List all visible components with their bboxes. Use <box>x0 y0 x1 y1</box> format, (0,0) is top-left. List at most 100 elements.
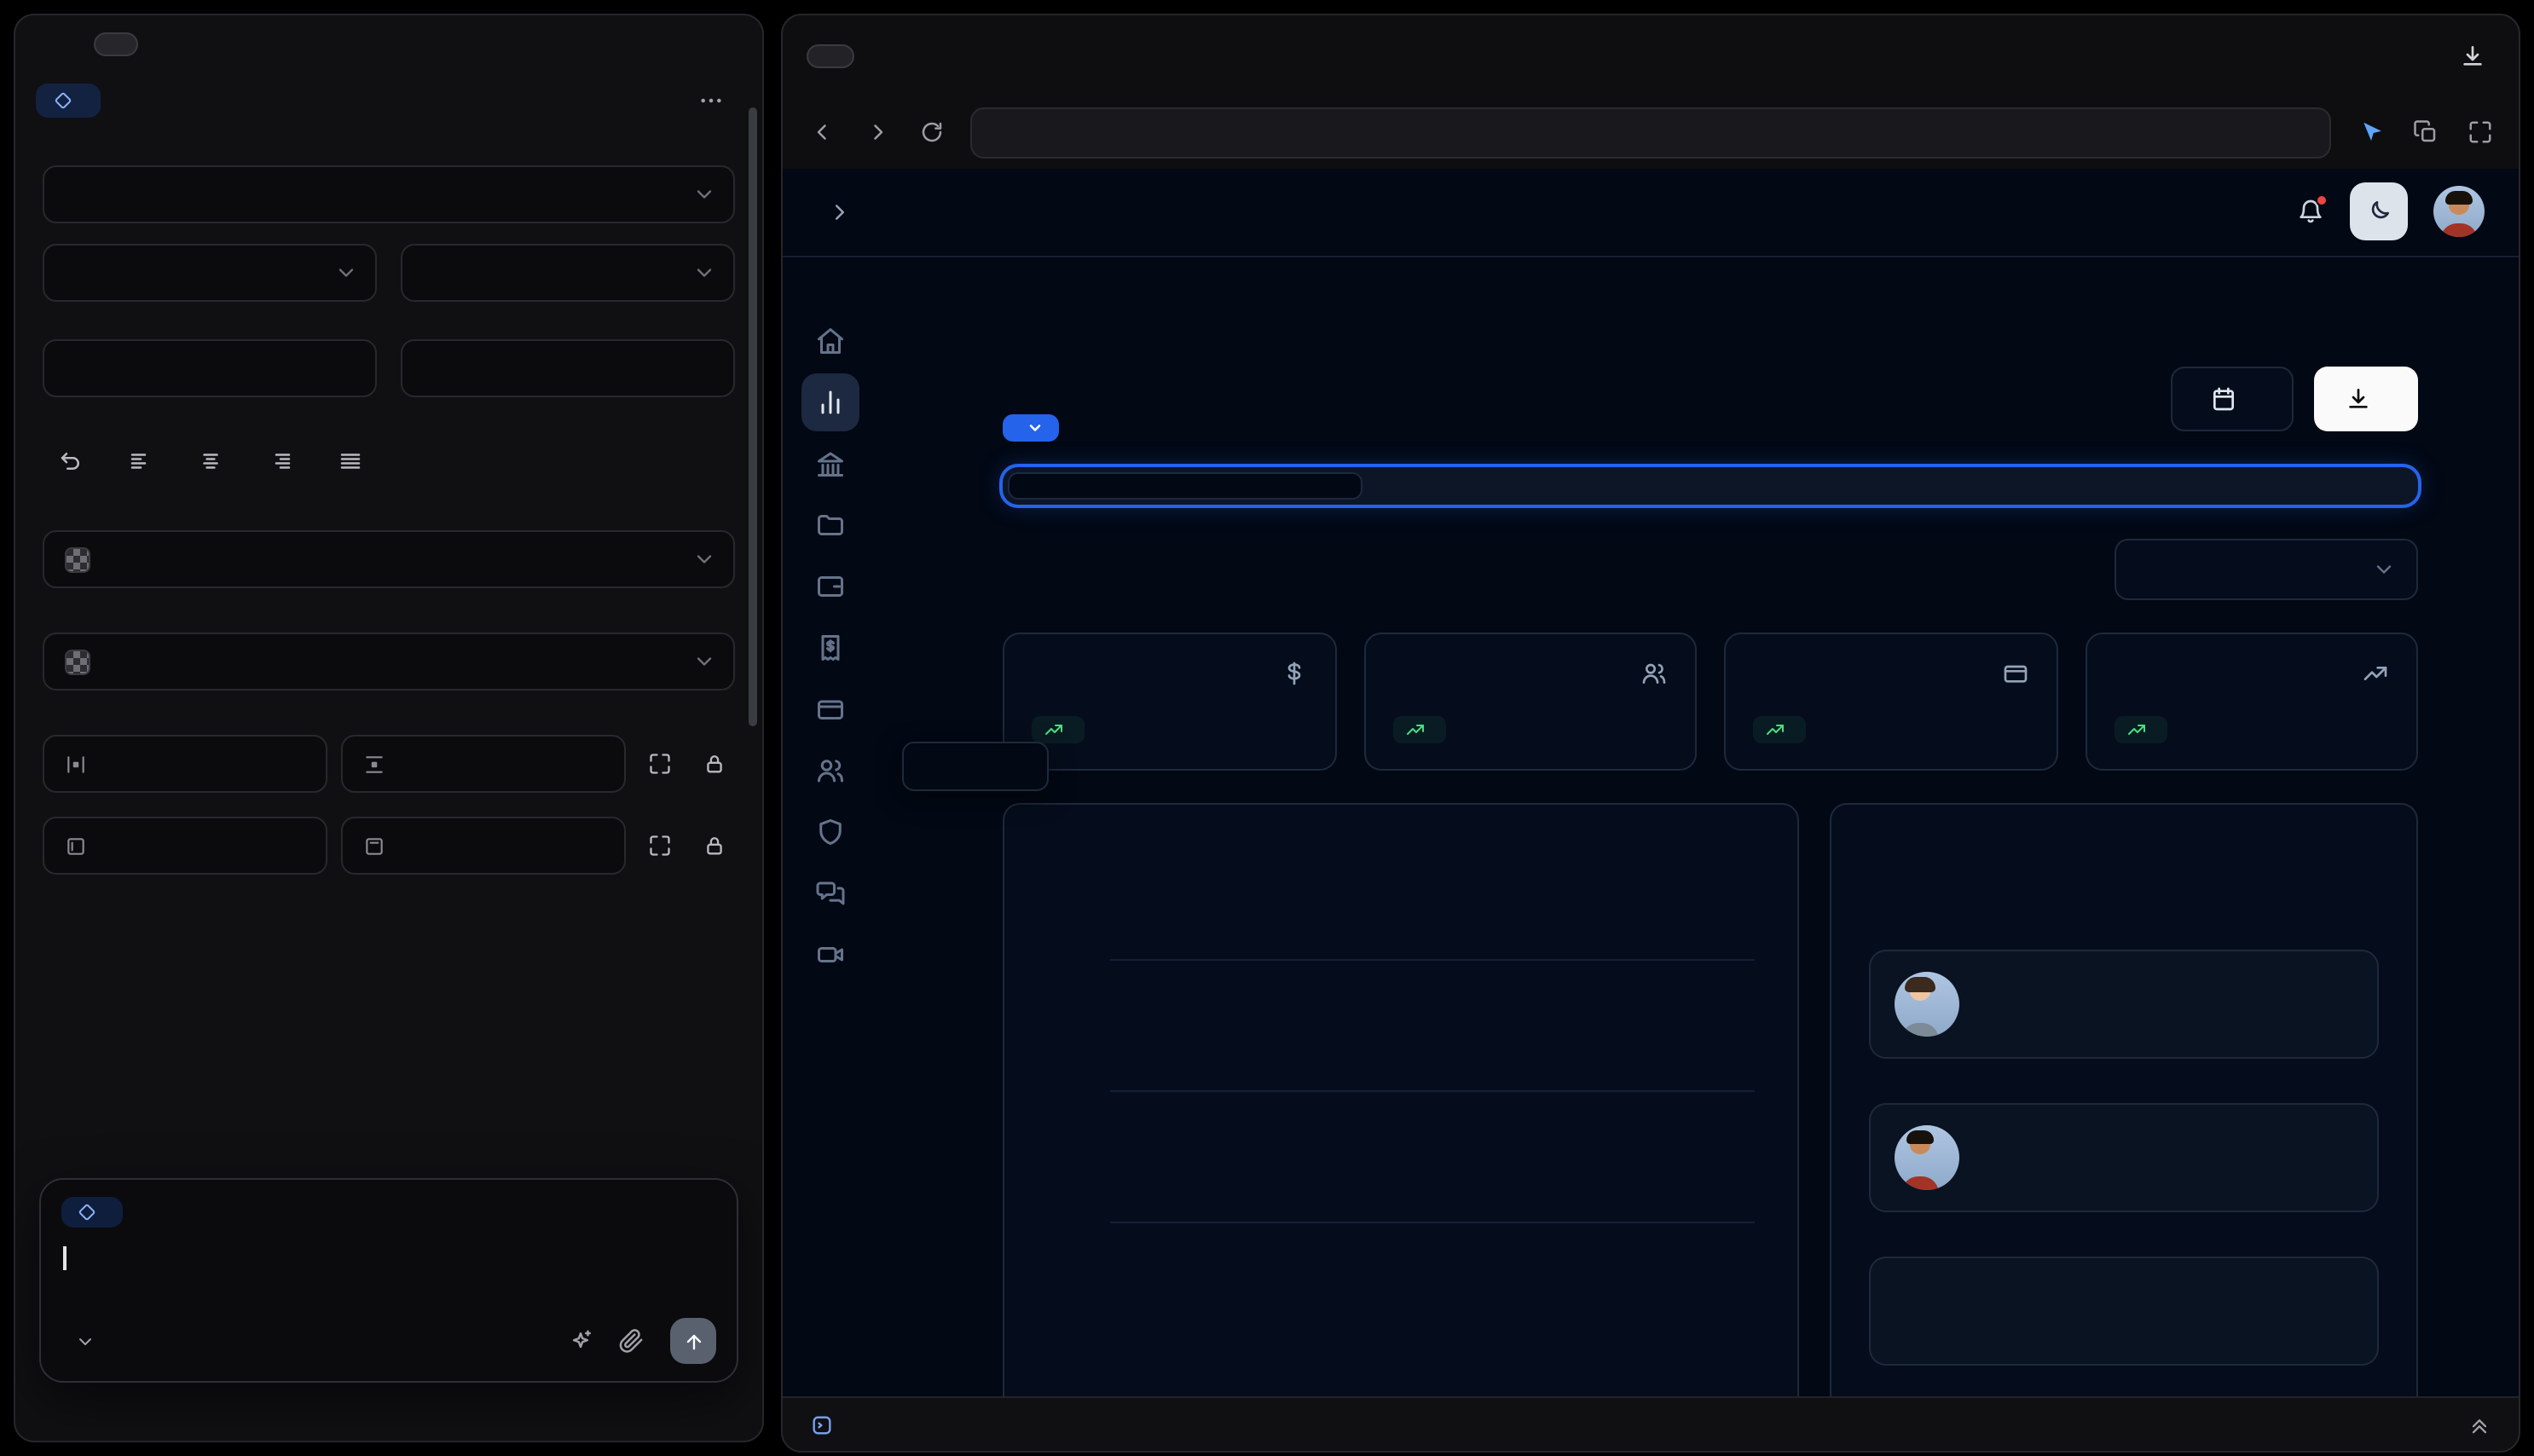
expand-icon <box>650 835 670 856</box>
sidebar-item-projects[interactable] <box>815 510 846 540</box>
background-select[interactable] <box>43 633 735 690</box>
text-caret <box>63 1246 66 1270</box>
strikethrough-button[interactable] <box>477 440 518 481</box>
refresh-button[interactable] <box>909 111 953 155</box>
align-left-button[interactable] <box>119 440 160 481</box>
compare-select[interactable] <box>2115 538 2418 600</box>
padding-expand-button[interactable] <box>639 825 680 866</box>
chevron-down-icon <box>697 555 712 563</box>
tab-overview[interactable] <box>1008 471 1362 500</box>
home-icon <box>818 327 843 354</box>
font-weight-select[interactable] <box>43 244 377 302</box>
tab-chat[interactable] <box>39 34 80 55</box>
sidebar-item-home[interactable] <box>815 326 846 356</box>
chat-composer[interactable] <box>39 1178 738 1383</box>
chevron-down-icon <box>697 269 712 277</box>
sidebar-item-analytics[interactable] <box>801 373 859 431</box>
sidebar-item-messages[interactable] <box>815 878 846 909</box>
revenue-card <box>1003 802 1799 1397</box>
margin-x-input[interactable] <box>43 735 327 793</box>
date-range-picker[interactable] <box>2171 366 2294 431</box>
align-right-button[interactable] <box>259 440 300 481</box>
padding-x-input[interactable] <box>43 817 327 875</box>
tab-notifications[interactable] <box>2062 472 2413 500</box>
tab-preview[interactable] <box>807 43 854 68</box>
tab-reports[interactable] <box>1712 472 2062 500</box>
sidebar-item-organization[interactable] <box>815 448 846 479</box>
chevron-down-icon <box>697 657 712 666</box>
underline-button[interactable] <box>547 440 588 481</box>
fullscreen-button[interactable] <box>2457 111 2502 155</box>
panel-tabs <box>15 15 762 60</box>
model-select[interactable] <box>65 1331 95 1351</box>
transaction-row[interactable] <box>1869 1102 2379 1212</box>
selected-component-badge[interactable] <box>36 84 101 118</box>
download-button[interactable] <box>2450 34 2495 78</box>
italic-button[interactable] <box>408 440 448 481</box>
export-data-button[interactable] <box>2314 366 2418 431</box>
color-select[interactable] <box>43 530 735 588</box>
preview-panel <box>781 14 2520 1453</box>
padding-vertical-icon <box>366 837 383 854</box>
line-height-input[interactable] <box>43 339 377 397</box>
copy-button[interactable] <box>2403 111 2447 155</box>
cursor-pointer-icon <box>2363 123 2381 142</box>
sidebar-toggle-button[interactable] <box>817 190 861 234</box>
letter-spacing-input[interactable] <box>401 339 735 397</box>
sidebar-item-invoices[interactable] <box>815 633 846 663</box>
sidebar-item-security[interactable] <box>815 817 846 847</box>
folder-icon <box>818 514 843 535</box>
attach-file-button[interactable] <box>619 1328 645 1354</box>
maximize-icon <box>2468 122 2491 144</box>
padding-lock-button[interactable] <box>694 825 735 866</box>
align-center-button[interactable] <box>189 440 230 481</box>
back-button[interactable] <box>800 111 844 155</box>
align-justify-icon <box>339 453 360 468</box>
receipt-dollar-icon <box>821 634 840 661</box>
notifications-button[interactable] <box>2297 194 2328 226</box>
padding-horizontal-icon <box>67 837 84 854</box>
margin-lock-button[interactable] <box>694 743 735 784</box>
tab-code[interactable] <box>871 46 916 66</box>
arrow-up-icon <box>686 1333 701 1349</box>
tabs-list <box>1003 466 2418 505</box>
more-options-button[interactable] <box>691 80 732 121</box>
url-input[interactable] <box>970 107 2331 159</box>
sidebar-item-payments[interactable] <box>815 694 846 725</box>
user-avatar[interactable] <box>2433 186 2485 238</box>
composer-input[interactable] <box>61 1246 716 1272</box>
transaction-row[interactable] <box>1869 949 2379 1059</box>
align-justify-button[interactable] <box>329 440 370 481</box>
forward-button[interactable] <box>854 111 899 155</box>
padding-y-input[interactable] <box>341 817 626 875</box>
no-decoration-button[interactable] <box>687 440 728 481</box>
font-family-select[interactable] <box>43 165 735 223</box>
font-size-select[interactable] <box>401 244 735 302</box>
copy-icon <box>2413 120 2435 142</box>
members-tooltip <box>902 741 1049 791</box>
revenue-line <box>1110 958 1755 1223</box>
sidebar-item-members[interactable] <box>815 755 846 786</box>
send-button[interactable] <box>670 1318 716 1364</box>
transaction-avatar <box>1895 1124 1959 1190</box>
composer-context-chip[interactable] <box>61 1197 123 1228</box>
reset-alignment-button[interactable] <box>49 440 90 481</box>
tab-design[interactable] <box>94 32 138 56</box>
component-diamond-icon <box>55 92 72 109</box>
overline-button[interactable] <box>617 440 658 481</box>
tab-analytics[interactable] <box>1362 472 1712 500</box>
console-bar[interactable] <box>783 1396 2519 1451</box>
enhance-prompt-button[interactable] <box>568 1328 593 1354</box>
align-right-icon <box>274 453 290 468</box>
app-navbar <box>783 169 2519 257</box>
margin-y-input[interactable] <box>341 735 626 793</box>
console-expand-button[interactable] <box>2467 1413 2491 1436</box>
margin-expand-button[interactable] <box>639 743 680 784</box>
panel-scrollbar[interactable] <box>749 107 757 726</box>
selection-overlay-badge[interactable] <box>1003 413 1059 442</box>
sidebar-item-cards[interactable] <box>815 571 846 602</box>
theme-toggle-button[interactable] <box>2350 182 2408 241</box>
sidebar-item-video[interactable] <box>815 939 846 970</box>
inspect-cursor-button[interactable] <box>2348 111 2392 155</box>
trending-up-icon <box>2363 666 2387 680</box>
